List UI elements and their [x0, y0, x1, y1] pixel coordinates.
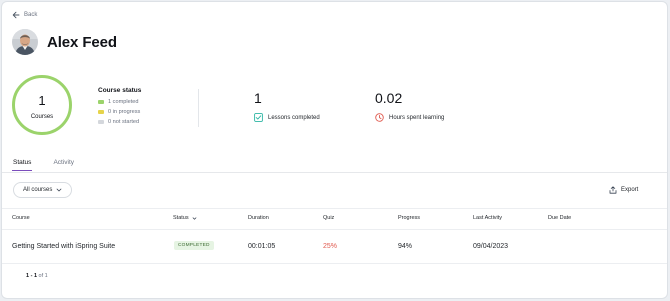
hours-spent-value: 0.02 [375, 90, 403, 106]
course-filter-dropdown[interactable]: All courses [13, 182, 73, 198]
back-label: Back [24, 12, 38, 18]
pagination-range: 1 - 1 [26, 273, 38, 279]
table-top-divider [2, 208, 667, 209]
legend-in-progress: 0 in progress [98, 107, 141, 117]
sort-down-icon [192, 216, 196, 220]
clock-icon [375, 113, 384, 122]
legend-swatch-not-started [98, 120, 104, 124]
legend-not-started: 0 not started [98, 117, 141, 127]
cell-last-activity: 09/04/2023 [473, 243, 509, 250]
lessons-completed-stat: 1 Lessons completed [254, 90, 320, 122]
table-bottom-divider [2, 263, 667, 264]
user-header: Alex Feed [12, 29, 117, 55]
pagination-total: of 1 [38, 273, 48, 279]
legend-swatch-in-progress [98, 110, 104, 114]
legend-not-started-label: 0 not started [108, 119, 140, 125]
course-filter-value: All courses [23, 187, 53, 193]
tab-bar: Status Activity [11, 159, 74, 171]
courses-label: Courses [30, 114, 54, 120]
chevron-down-icon [56, 188, 62, 192]
learner-card: Back Alex Feed 1 Courses Course status 1… [1, 1, 668, 299]
back-link[interactable]: Back [12, 11, 37, 19]
legend-swatch-completed [98, 100, 104, 104]
legend-completed: 1 completed [98, 97, 141, 107]
cell-duration: 00:01:05 [248, 243, 276, 250]
header-last-activity: Last Activity [473, 215, 503, 221]
header-progress: Progress [398, 215, 421, 221]
checklist-icon [254, 113, 263, 122]
hours-spent-stat: 0.02 Hours spent learning [375, 90, 444, 122]
header-duration: Duration [248, 215, 269, 221]
tab-activity[interactable]: Activity [53, 159, 74, 171]
user-name: Alex Feed [47, 33, 117, 51]
tab-status[interactable]: Status [11, 159, 33, 171]
tabs-divider [2, 172, 667, 173]
export-button[interactable]: Export [609, 186, 638, 194]
export-label: Export [621, 187, 639, 193]
legend-completed-label: 1 completed [108, 99, 139, 105]
cell-course[interactable]: Getting Started with iSpring Suite [12, 243, 115, 250]
header-quiz: Quiz [323, 215, 335, 221]
status-badge: COMPLETED [174, 241, 214, 250]
stats-divider [198, 89, 199, 127]
course-status-legend: Course status 1 completed 0 in progress … [98, 87, 141, 127]
header-row-divider [2, 229, 667, 230]
header-status-label: Status [173, 215, 189, 221]
lessons-completed-value: 1 [254, 90, 262, 106]
cell-progress: 94% [398, 243, 413, 250]
cell-quiz: 25% [323, 243, 338, 250]
header-course: Course [12, 215, 30, 221]
pagination: 1 - 1 of 1 [26, 273, 48, 279]
header-due-date: Due Date [548, 215, 572, 221]
course-status-title: Course status [98, 87, 142, 94]
header-status[interactable]: Status [173, 215, 197, 221]
lessons-completed-label: Lessons completed [268, 114, 320, 121]
avatar [12, 29, 38, 55]
arrow-left-icon [12, 11, 20, 19]
courses-count: 1 [38, 93, 46, 108]
hours-spent-label: Hours spent learning [389, 114, 445, 121]
export-icon [609, 186, 617, 194]
legend-in-progress-label: 0 in progress [108, 109, 141, 115]
